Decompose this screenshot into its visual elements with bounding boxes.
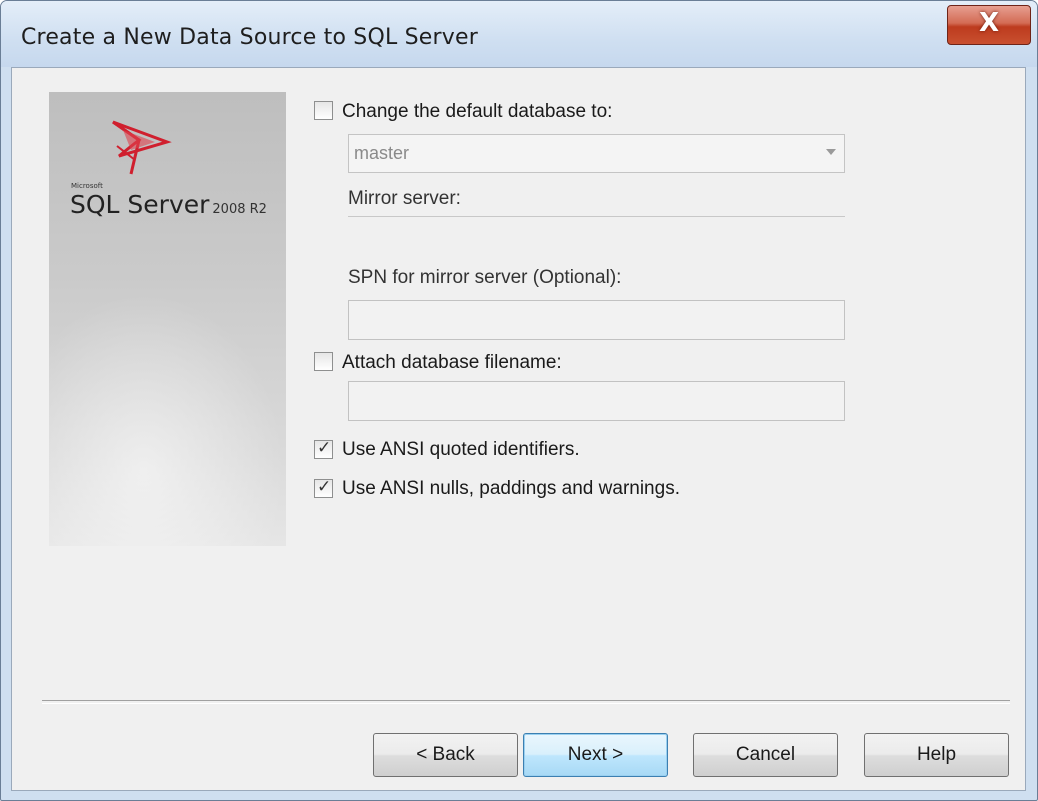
checkmark-icon: ✓ [317, 438, 332, 458]
attach-db-label: Attach database filename: [342, 352, 562, 373]
title-bar: Create a New Data Source to SQL Server X [1, 1, 1037, 67]
vendor-label: Microsoft [71, 182, 103, 190]
product-name: SQL Server [70, 190, 210, 219]
back-button[interactable]: < Back [373, 733, 518, 777]
ansi-quoted-checkbox[interactable]: ✓ [314, 438, 333, 459]
default-db-value: master [354, 143, 410, 163]
ansi-nulls-label: Use ANSI nulls, paddings and warnings. [342, 478, 680, 499]
product-version: 2008 R2 [212, 202, 267, 217]
checkmark-icon: ✓ [317, 477, 332, 497]
footer-separator [42, 700, 1010, 704]
ansi-quoted-label: Use ANSI quoted identifiers. [342, 439, 580, 460]
branding-panel: Microsoft SQL Server 2008 R2 [49, 92, 286, 546]
dialog-window: Create a New Data Source to SQL Server X… [0, 0, 1038, 801]
dialog-body: Microsoft SQL Server 2008 R2 Change the d… [11, 67, 1026, 791]
attach-db-input[interactable] [348, 381, 845, 421]
mirror-server-label: Mirror server: [348, 188, 461, 209]
spn-input[interactable] [348, 300, 845, 340]
close-icon: X [978, 8, 1000, 38]
help-button[interactable]: Help [864, 733, 1009, 777]
cancel-button[interactable]: Cancel [693, 733, 838, 777]
default-db-select[interactable]: master [348, 134, 845, 173]
next-button[interactable]: Next > [523, 733, 668, 777]
change-default-db-label: Change the default database to: [342, 101, 613, 122]
ansi-nulls-checkbox[interactable]: ✓ [314, 477, 333, 498]
mirror-server-field[interactable] [348, 216, 845, 217]
attach-db-checkbox[interactable] [314, 352, 333, 371]
window-title: Create a New Data Source to SQL Server [21, 25, 478, 50]
chevron-down-icon [826, 149, 836, 155]
sql-server-logo-icon [112, 120, 172, 175]
spn-label: SPN for mirror server (Optional): [348, 267, 622, 288]
change-default-db-checkbox[interactable] [314, 101, 333, 120]
close-button[interactable]: X [947, 5, 1031, 45]
product-wordmark: SQL Server 2008 R2 [70, 190, 267, 219]
